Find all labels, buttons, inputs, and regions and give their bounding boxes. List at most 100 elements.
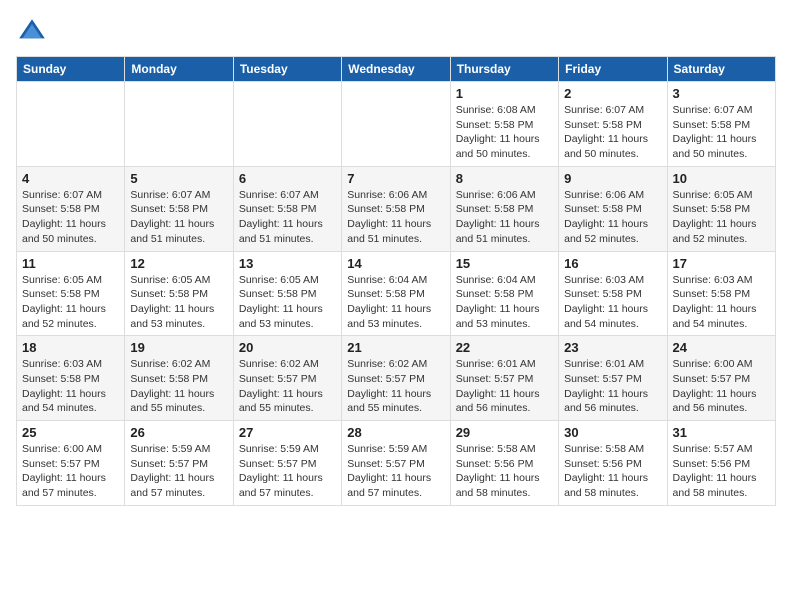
day-number: 9 bbox=[564, 171, 661, 186]
calendar-cell: 20 Sunrise: 6:02 AMSunset: 5:57 PMDayligh… bbox=[233, 336, 341, 421]
day-info: Sunrise: 6:02 AMSunset: 5:58 PMDaylight:… bbox=[130, 357, 227, 416]
calendar-cell: 22 Sunrise: 6:01 AMSunset: 5:57 PMDayligh… bbox=[450, 336, 558, 421]
day-info: Sunrise: 6:04 AMSunset: 5:58 PMDaylight:… bbox=[456, 273, 553, 332]
day-info: Sunrise: 6:01 AMSunset: 5:57 PMDaylight:… bbox=[564, 357, 661, 416]
day-info: Sunrise: 6:05 AMSunset: 5:58 PMDaylight:… bbox=[130, 273, 227, 332]
day-number: 12 bbox=[130, 256, 227, 271]
weekday-header-sunday: Sunday bbox=[17, 57, 125, 82]
day-number: 7 bbox=[347, 171, 444, 186]
day-number: 5 bbox=[130, 171, 227, 186]
calendar-cell: 29 Sunrise: 5:58 AMSunset: 5:56 PMDayligh… bbox=[450, 421, 558, 506]
day-number: 16 bbox=[564, 256, 661, 271]
calendar-cell: 6 Sunrise: 6:07 AMSunset: 5:58 PMDaylight… bbox=[233, 166, 341, 251]
day-info: Sunrise: 6:07 AMSunset: 5:58 PMDaylight:… bbox=[130, 188, 227, 247]
day-number: 11 bbox=[22, 256, 119, 271]
day-info: Sunrise: 6:02 AMSunset: 5:57 PMDaylight:… bbox=[347, 357, 444, 416]
weekday-header-row: SundayMondayTuesdayWednesdayThursdayFrid… bbox=[17, 57, 776, 82]
day-number: 25 bbox=[22, 425, 119, 440]
day-number: 24 bbox=[673, 340, 770, 355]
day-info: Sunrise: 6:04 AMSunset: 5:58 PMDaylight:… bbox=[347, 273, 444, 332]
day-info: Sunrise: 6:03 AMSunset: 5:58 PMDaylight:… bbox=[564, 273, 661, 332]
calendar-cell: 21 Sunrise: 6:02 AMSunset: 5:57 PMDayligh… bbox=[342, 336, 450, 421]
weekday-header-thursday: Thursday bbox=[450, 57, 558, 82]
day-number: 31 bbox=[673, 425, 770, 440]
day-number: 1 bbox=[456, 86, 553, 101]
calendar-week-2: 4 Sunrise: 6:07 AMSunset: 5:58 PMDaylight… bbox=[17, 166, 776, 251]
day-info: Sunrise: 6:03 AMSunset: 5:58 PMDaylight:… bbox=[673, 273, 770, 332]
calendar-week-4: 18 Sunrise: 6:03 AMSunset: 5:58 PMDayligh… bbox=[17, 336, 776, 421]
day-number: 2 bbox=[564, 86, 661, 101]
day-number: 20 bbox=[239, 340, 336, 355]
day-number: 29 bbox=[456, 425, 553, 440]
day-info: Sunrise: 6:06 AMSunset: 5:58 PMDaylight:… bbox=[456, 188, 553, 247]
calendar-cell: 30Sunrise: 5:58 AMSunset: 5:56 PMDayligh… bbox=[559, 421, 667, 506]
day-info: Sunrise: 5:58 AMSunset: 5:56 PMDaylight:… bbox=[456, 442, 553, 501]
calendar-cell: 12 Sunrise: 6:05 AMSunset: 5:58 PMDayligh… bbox=[125, 251, 233, 336]
calendar-cell: 25 Sunrise: 6:00 AMSunset: 5:57 PMDayligh… bbox=[17, 421, 125, 506]
calendar-cell: 8 Sunrise: 6:06 AMSunset: 5:58 PMDaylight… bbox=[450, 166, 558, 251]
day-number: 22 bbox=[456, 340, 553, 355]
day-info: Sunrise: 6:07 AMSunset: 5:58 PMDaylight:… bbox=[239, 188, 336, 247]
page-header bbox=[16, 16, 776, 48]
calendar-cell bbox=[17, 82, 125, 167]
day-info: Sunrise: 6:05 AMSunset: 5:58 PMDaylight:… bbox=[673, 188, 770, 247]
day-number: 8 bbox=[456, 171, 553, 186]
day-number: 4 bbox=[22, 171, 119, 186]
day-info: Sunrise: 6:02 AMSunset: 5:57 PMDaylight:… bbox=[239, 357, 336, 416]
day-number: 23 bbox=[564, 340, 661, 355]
calendar-cell: 27 Sunrise: 5:59 AMSunset: 5:57 PMDayligh… bbox=[233, 421, 341, 506]
calendar-cell: 2 Sunrise: 6:07 AMSunset: 5:58 PMDaylight… bbox=[559, 82, 667, 167]
calendar-week-1: 1 Sunrise: 6:08 AMSunset: 5:58 PMDaylight… bbox=[17, 82, 776, 167]
day-number: 21 bbox=[347, 340, 444, 355]
day-number: 15 bbox=[456, 256, 553, 271]
day-info: Sunrise: 6:07 AMSunset: 5:58 PMDaylight:… bbox=[564, 103, 661, 162]
day-info: Sunrise: 5:59 AMSunset: 5:57 PMDaylight:… bbox=[130, 442, 227, 501]
calendar-cell: 13 Sunrise: 6:05 AMSunset: 5:58 PMDayligh… bbox=[233, 251, 341, 336]
day-number: 19 bbox=[130, 340, 227, 355]
day-info: Sunrise: 5:59 AMSunset: 5:57 PMDaylight:… bbox=[347, 442, 444, 501]
day-number: 18 bbox=[22, 340, 119, 355]
calendar-cell bbox=[233, 82, 341, 167]
calendar-table: SundayMondayTuesdayWednesdayThursdayFrid… bbox=[16, 56, 776, 506]
calendar-cell: 23 Sunrise: 6:01 AMSunset: 5:57 PMDayligh… bbox=[559, 336, 667, 421]
day-number: 17 bbox=[673, 256, 770, 271]
calendar-cell: 26 Sunrise: 5:59 AMSunset: 5:57 PMDayligh… bbox=[125, 421, 233, 506]
calendar-cell: 16 Sunrise: 6:03 AMSunset: 5:58 PMDayligh… bbox=[559, 251, 667, 336]
calendar-cell: 31 Sunrise: 5:57 AMSunset: 5:56 PMDayligh… bbox=[667, 421, 775, 506]
day-info: Sunrise: 6:08 AMSunset: 5:58 PMDaylight:… bbox=[456, 103, 553, 162]
calendar-cell: 15 Sunrise: 6:04 AMSunset: 5:58 PMDayligh… bbox=[450, 251, 558, 336]
calendar-week-3: 11 Sunrise: 6:05 AMSunset: 5:58 PMDayligh… bbox=[17, 251, 776, 336]
calendar-cell: 9 Sunrise: 6:06 AMSunset: 5:58 PMDaylight… bbox=[559, 166, 667, 251]
calendar-cell: 17 Sunrise: 6:03 AMSunset: 5:58 PMDayligh… bbox=[667, 251, 775, 336]
day-number: 6 bbox=[239, 171, 336, 186]
day-info: Sunrise: 6:06 AMSunset: 5:58 PMDaylight:… bbox=[564, 188, 661, 247]
day-info: Sunrise: 6:00 AMSunset: 5:57 PMDaylight:… bbox=[22, 442, 119, 501]
weekday-header-tuesday: Tuesday bbox=[233, 57, 341, 82]
calendar-cell: 10 Sunrise: 6:05 AMSunset: 5:58 PMDayligh… bbox=[667, 166, 775, 251]
weekday-header-wednesday: Wednesday bbox=[342, 57, 450, 82]
calendar-cell: 24 Sunrise: 6:00 AMSunset: 5:57 PMDayligh… bbox=[667, 336, 775, 421]
calendar-cell: 18 Sunrise: 6:03 AMSunset: 5:58 PMDayligh… bbox=[17, 336, 125, 421]
calendar-week-5: 25 Sunrise: 6:00 AMSunset: 5:57 PMDayligh… bbox=[17, 421, 776, 506]
day-info: Sunrise: 6:06 AMSunset: 5:58 PMDaylight:… bbox=[347, 188, 444, 247]
day-info: Sunrise: 6:01 AMSunset: 5:57 PMDaylight:… bbox=[456, 357, 553, 416]
calendar-cell: 3Sunrise: 6:07 AMSunset: 5:58 PMDaylight… bbox=[667, 82, 775, 167]
calendar-cell bbox=[342, 82, 450, 167]
day-info: Sunrise: 5:59 AMSunset: 5:57 PMDaylight:… bbox=[239, 442, 336, 501]
day-info: Sunrise: 6:05 AMSunset: 5:58 PMDaylight:… bbox=[239, 273, 336, 332]
calendar-cell bbox=[125, 82, 233, 167]
logo bbox=[16, 16, 52, 48]
day-info: Sunrise: 6:03 AMSunset: 5:58 PMDaylight:… bbox=[22, 357, 119, 416]
day-info: Sunrise: 5:57 AMSunset: 5:56 PMDaylight:… bbox=[673, 442, 770, 501]
day-number: 26 bbox=[130, 425, 227, 440]
day-number: 27 bbox=[239, 425, 336, 440]
logo-icon bbox=[16, 16, 48, 48]
calendar-cell: 19 Sunrise: 6:02 AMSunset: 5:58 PMDayligh… bbox=[125, 336, 233, 421]
day-info: Sunrise: 6:05 AMSunset: 5:58 PMDaylight:… bbox=[22, 273, 119, 332]
day-number: 28 bbox=[347, 425, 444, 440]
day-number: 14 bbox=[347, 256, 444, 271]
day-number: 10 bbox=[673, 171, 770, 186]
day-number: 3 bbox=[673, 86, 770, 101]
day-number: 13 bbox=[239, 256, 336, 271]
day-info: Sunrise: 6:00 AMSunset: 5:57 PMDaylight:… bbox=[673, 357, 770, 416]
